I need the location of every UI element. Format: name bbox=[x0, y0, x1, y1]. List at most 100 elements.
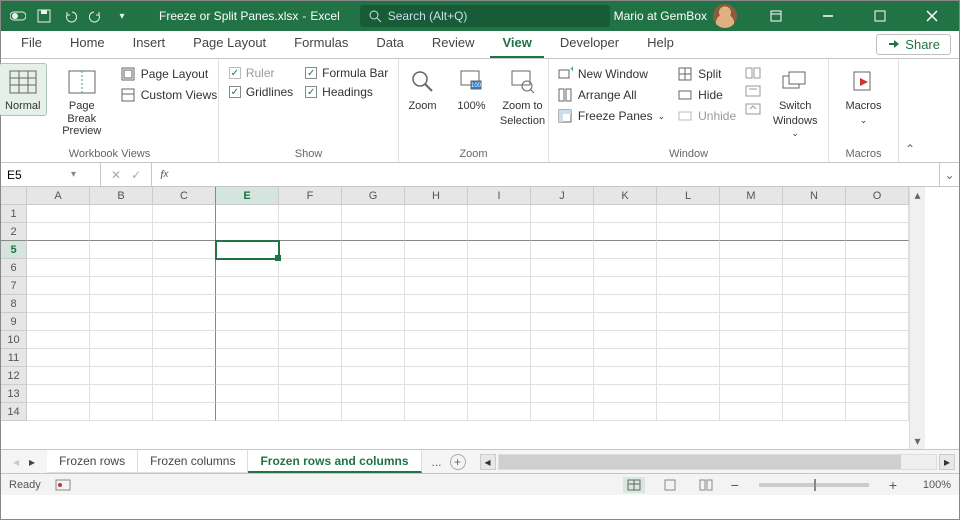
cell[interactable] bbox=[279, 385, 342, 403]
cell[interactable] bbox=[90, 367, 153, 385]
cell[interactable] bbox=[594, 385, 657, 403]
cell[interactable] bbox=[531, 223, 594, 241]
row-header[interactable]: 11 bbox=[1, 349, 27, 367]
cell[interactable] bbox=[594, 223, 657, 241]
page-layout-status-button[interactable] bbox=[659, 477, 681, 493]
cell[interactable] bbox=[468, 403, 531, 421]
cell[interactable] bbox=[468, 259, 531, 277]
cell[interactable] bbox=[153, 205, 216, 223]
cell[interactable] bbox=[153, 259, 216, 277]
formula-input[interactable] bbox=[176, 163, 939, 186]
split-button[interactable]: Split bbox=[674, 65, 739, 83]
expand-formula-bar[interactable]: ⌄ bbox=[939, 163, 959, 186]
row-header[interactable]: 8 bbox=[1, 295, 27, 313]
cell[interactable] bbox=[216, 223, 279, 241]
row-header[interactable]: 10 bbox=[1, 331, 27, 349]
cell[interactable] bbox=[783, 385, 846, 403]
cell[interactable] bbox=[657, 205, 720, 223]
cell[interactable] bbox=[216, 385, 279, 403]
cell[interactable] bbox=[279, 223, 342, 241]
cell[interactable] bbox=[468, 295, 531, 313]
cell[interactable] bbox=[153, 385, 216, 403]
arrange-all-button[interactable]: Arrange All bbox=[554, 86, 668, 104]
cell[interactable] bbox=[846, 331, 909, 349]
cell[interactable] bbox=[153, 277, 216, 295]
cell[interactable] bbox=[216, 313, 279, 331]
cell[interactable] bbox=[657, 259, 720, 277]
maximize-button[interactable] bbox=[857, 1, 903, 31]
cell[interactable] bbox=[783, 295, 846, 313]
cell[interactable] bbox=[531, 385, 594, 403]
sheet-tab-frozen-rows[interactable]: Frozen rows bbox=[47, 450, 138, 473]
cell[interactable] bbox=[594, 241, 657, 259]
cell[interactable] bbox=[27, 385, 90, 403]
tab-insert[interactable]: Insert bbox=[121, 31, 178, 58]
cell[interactable] bbox=[216, 403, 279, 421]
cell[interactable] bbox=[216, 349, 279, 367]
freeze-panes-button[interactable]: Freeze Panes ⌄ bbox=[554, 107, 668, 125]
hscroll-left-button[interactable]: ◂ bbox=[480, 454, 496, 470]
cell[interactable] bbox=[27, 223, 90, 241]
cell[interactable] bbox=[90, 313, 153, 331]
macro-record-icon[interactable] bbox=[55, 479, 71, 491]
cell[interactable] bbox=[216, 331, 279, 349]
cell[interactable] bbox=[90, 241, 153, 259]
cell[interactable] bbox=[153, 223, 216, 241]
cell[interactable] bbox=[657, 313, 720, 331]
normal-view-status-button[interactable] bbox=[623, 477, 645, 493]
cell[interactable] bbox=[720, 277, 783, 295]
cell[interactable] bbox=[783, 367, 846, 385]
hscroll-right-button[interactable]: ▸ bbox=[939, 454, 955, 470]
new-window-button[interactable]: ✦New Window bbox=[554, 65, 668, 83]
cell[interactable] bbox=[216, 277, 279, 295]
cell[interactable] bbox=[342, 277, 405, 295]
zoom-selection-button[interactable]: Zoom to Selection bbox=[497, 63, 549, 130]
cell[interactable] bbox=[27, 277, 90, 295]
search-box[interactable]: Search (Alt+Q) bbox=[360, 5, 610, 27]
cell[interactable] bbox=[720, 367, 783, 385]
row-header[interactable]: 5 bbox=[1, 241, 27, 259]
cell[interactable] bbox=[783, 331, 846, 349]
cell[interactable] bbox=[531, 403, 594, 421]
col-header[interactable]: M bbox=[720, 187, 783, 205]
cell[interactable] bbox=[468, 277, 531, 295]
cell[interactable] bbox=[216, 259, 279, 277]
col-header[interactable]: H bbox=[405, 187, 468, 205]
name-box[interactable]: ▾ bbox=[1, 163, 101, 186]
cell[interactable] bbox=[90, 277, 153, 295]
cell[interactable] bbox=[405, 349, 468, 367]
zoom-100-button[interactable]: 100 100% bbox=[453, 63, 491, 116]
autosave-toggle[interactable] bbox=[9, 7, 27, 25]
cell[interactable] bbox=[405, 277, 468, 295]
cell[interactable] bbox=[783, 259, 846, 277]
cell[interactable] bbox=[594, 367, 657, 385]
cell[interactable] bbox=[594, 259, 657, 277]
cell[interactable] bbox=[657, 223, 720, 241]
cell[interactable] bbox=[594, 403, 657, 421]
cell[interactable] bbox=[153, 349, 216, 367]
sheet-tab-frozen-columns[interactable]: Frozen columns bbox=[138, 450, 248, 473]
row-header[interactable]: 7 bbox=[1, 277, 27, 295]
col-header[interactable]: C bbox=[153, 187, 216, 205]
col-header[interactable]: I bbox=[468, 187, 531, 205]
cell[interactable] bbox=[846, 403, 909, 421]
spreadsheet-grid[interactable]: ABCEFGHIJKLMNO12567891011121314 bbox=[1, 187, 909, 449]
cell[interactable] bbox=[342, 205, 405, 223]
cell[interactable] bbox=[405, 223, 468, 241]
redo-icon[interactable] bbox=[87, 7, 105, 25]
sheet-nav-next-icon[interactable]: ▸ bbox=[29, 455, 35, 469]
hscroll-thumb[interactable] bbox=[499, 455, 901, 469]
cell[interactable] bbox=[279, 259, 342, 277]
zoom-level[interactable]: 100% bbox=[911, 479, 951, 491]
sheet-overflow-button[interactable]: ... bbox=[432, 455, 442, 469]
cell[interactable] bbox=[27, 259, 90, 277]
row-header[interactable]: 12 bbox=[1, 367, 27, 385]
row-header[interactable]: 2 bbox=[1, 223, 27, 241]
cell[interactable] bbox=[405, 367, 468, 385]
cell[interactable] bbox=[90, 403, 153, 421]
cell[interactable] bbox=[27, 295, 90, 313]
cell[interactable] bbox=[846, 349, 909, 367]
headings-checkbox[interactable]: ✓Headings bbox=[302, 84, 391, 100]
cell[interactable] bbox=[657, 367, 720, 385]
cell[interactable] bbox=[279, 295, 342, 313]
